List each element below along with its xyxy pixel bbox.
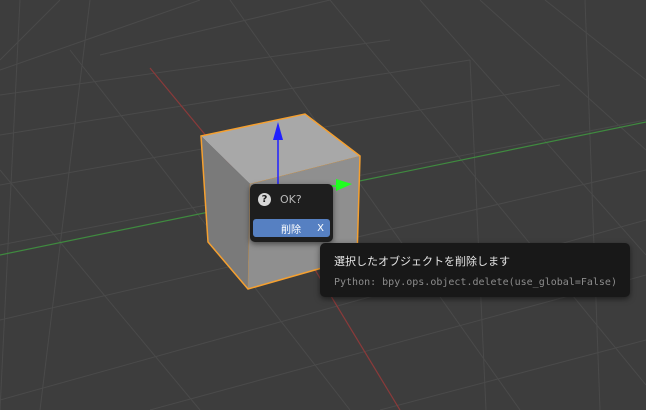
delete-button[interactable]: 削除 X <box>253 219 330 237</box>
delete-label: 削除 <box>281 224 301 236</box>
delete-confirm-popup: ? OK? 削除 X <box>250 184 333 242</box>
delete-tooltip: 選択したオブジェクトを削除します Python: bpy.ops.object.… <box>320 243 630 297</box>
popup-title: OK? <box>280 192 302 206</box>
tooltip-description: 選択したオブジェクトを削除します <box>334 255 510 268</box>
popup-header: ? OK? <box>258 191 302 207</box>
tooltip-python-command: Python: bpy.ops.object.delete(use_global… <box>334 277 617 288</box>
question-icon: ? <box>258 192 271 206</box>
delete-shortcut: X <box>317 222 324 234</box>
3d-viewport[interactable]: ? OK? 削除 X 選択したオブジェクトを削除します Python: bpy.… <box>0 0 646 410</box>
